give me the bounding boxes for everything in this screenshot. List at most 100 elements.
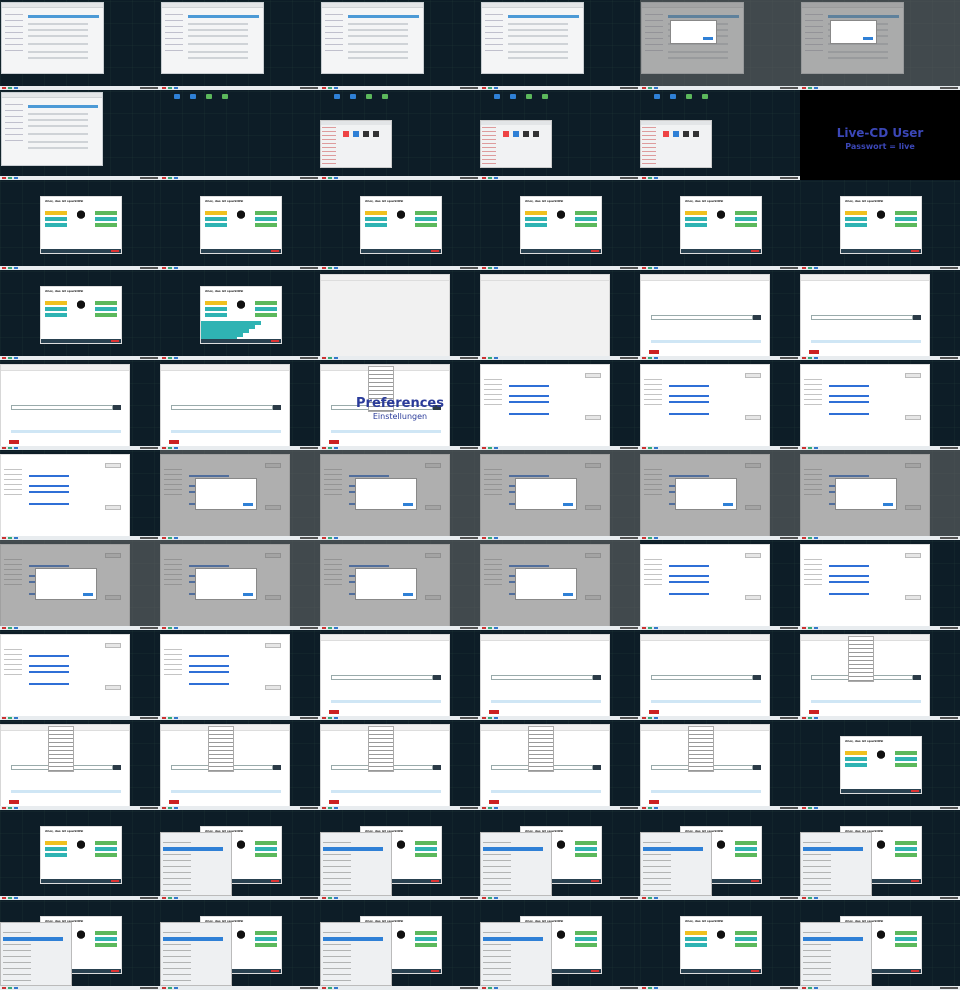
preference-button[interactable] bbox=[585, 415, 601, 420]
preference-checkbox[interactable] bbox=[189, 683, 229, 685]
launcher-selected-item[interactable] bbox=[323, 847, 383, 851]
welcome-tile[interactable] bbox=[575, 217, 597, 221]
preference-button[interactable] bbox=[905, 415, 921, 420]
welcome-tile[interactable] bbox=[205, 217, 227, 221]
desktop-icon[interactable] bbox=[526, 94, 532, 99]
desktop-icons[interactable] bbox=[334, 94, 388, 99]
welcome-tile[interactable] bbox=[365, 217, 387, 221]
setting-row[interactable] bbox=[348, 23, 408, 25]
app-launcher[interactable] bbox=[0, 922, 72, 986]
launcher-list[interactable] bbox=[163, 837, 191, 891]
desktop-icon[interactable] bbox=[190, 94, 196, 99]
welcome-tile[interactable] bbox=[685, 937, 707, 941]
setting-row[interactable] bbox=[188, 23, 248, 25]
setting-row[interactable] bbox=[28, 113, 88, 115]
preference-button[interactable] bbox=[105, 643, 121, 648]
desktop-icon[interactable] bbox=[174, 94, 180, 99]
window-titlebar[interactable] bbox=[162, 3, 263, 8]
welcome-tile[interactable] bbox=[255, 223, 277, 227]
welcome-tile[interactable] bbox=[895, 937, 917, 941]
preference-button[interactable] bbox=[105, 505, 121, 510]
welcome-tile[interactable] bbox=[895, 223, 917, 227]
dialog[interactable] bbox=[515, 568, 577, 600]
welcome-tile[interactable] bbox=[845, 217, 867, 221]
fm-toolbar[interactable] bbox=[641, 121, 711, 125]
search-button[interactable] bbox=[913, 315, 921, 320]
desktop-icon[interactable] bbox=[206, 94, 212, 99]
taskbar[interactable] bbox=[320, 986, 480, 990]
folder-icon[interactable] bbox=[693, 131, 699, 137]
welcome-tile[interactable] bbox=[415, 217, 437, 221]
dialog[interactable] bbox=[355, 478, 417, 510]
fm-sidebar[interactable] bbox=[482, 127, 496, 164]
settings-sidebar[interactable] bbox=[5, 11, 23, 51]
preference-checkbox[interactable] bbox=[829, 385, 869, 387]
welcome-tile[interactable] bbox=[205, 223, 227, 227]
taskbar[interactable] bbox=[800, 986, 960, 990]
preference-checkbox[interactable] bbox=[669, 581, 709, 583]
app-launcher[interactable] bbox=[160, 832, 232, 896]
welcome-tile[interactable] bbox=[735, 931, 757, 935]
settings-sidebar[interactable] bbox=[485, 11, 503, 51]
welcome-tile[interactable] bbox=[45, 301, 67, 305]
preference-button[interactable] bbox=[905, 595, 921, 600]
welcome-tile[interactable] bbox=[255, 301, 277, 305]
launcher-list[interactable] bbox=[803, 927, 831, 981]
preference-checkbox[interactable] bbox=[29, 683, 69, 685]
folder-icon[interactable] bbox=[373, 131, 379, 137]
welcome-tile[interactable] bbox=[365, 211, 387, 215]
desktop-icon[interactable] bbox=[702, 94, 708, 99]
app-launcher[interactable] bbox=[160, 922, 232, 986]
welcome-tile[interactable] bbox=[575, 943, 597, 947]
browser-toolbar[interactable] bbox=[161, 365, 289, 371]
launcher-list[interactable] bbox=[323, 837, 351, 891]
preference-checkbox[interactable] bbox=[669, 395, 709, 397]
welcome-tile[interactable] bbox=[415, 847, 437, 851]
welcome-tile[interactable] bbox=[845, 757, 867, 761]
launcher-list[interactable] bbox=[643, 837, 671, 891]
fm-sidebar[interactable] bbox=[322, 127, 336, 164]
launcher-selected-item[interactable] bbox=[803, 937, 863, 941]
app-launcher[interactable] bbox=[320, 832, 392, 896]
dialog[interactable] bbox=[35, 568, 97, 600]
search-input[interactable] bbox=[651, 675, 753, 680]
welcome-tile[interactable] bbox=[415, 937, 437, 941]
welcome-tile[interactable] bbox=[95, 937, 117, 941]
search-button[interactable] bbox=[113, 765, 121, 770]
welcome-tile[interactable] bbox=[45, 853, 67, 857]
app-launcher[interactable] bbox=[480, 832, 552, 896]
browser-toolbar[interactable] bbox=[321, 275, 449, 281]
preference-button[interactable] bbox=[585, 373, 601, 378]
search-button[interactable] bbox=[273, 765, 281, 770]
dialog[interactable] bbox=[195, 568, 257, 600]
dialog[interactable] bbox=[675, 478, 737, 510]
welcome-tile[interactable] bbox=[415, 223, 437, 227]
welcome-tile[interactable] bbox=[415, 211, 437, 215]
search-button[interactable] bbox=[753, 675, 761, 680]
preference-checkbox[interactable] bbox=[829, 581, 869, 583]
welcome-tile[interactable] bbox=[45, 313, 67, 317]
welcome-tile[interactable] bbox=[735, 211, 757, 215]
setting-row[interactable] bbox=[28, 29, 88, 31]
welcome-tile[interactable] bbox=[205, 301, 227, 305]
welcome-tile[interactable] bbox=[95, 841, 117, 845]
welcome-tile[interactable] bbox=[95, 943, 117, 947]
setting-row[interactable] bbox=[188, 43, 248, 45]
setting-row[interactable] bbox=[28, 125, 88, 127]
dialog[interactable] bbox=[670, 20, 717, 44]
desktop-icon[interactable] bbox=[222, 94, 228, 99]
folder-icon[interactable] bbox=[343, 131, 349, 137]
desktop-icon[interactable] bbox=[670, 94, 676, 99]
welcome-tile[interactable] bbox=[255, 943, 277, 947]
preferences-nav[interactable] bbox=[164, 645, 182, 675]
welcome-tile[interactable] bbox=[255, 841, 277, 845]
setting-row[interactable] bbox=[508, 51, 568, 53]
setting-row[interactable] bbox=[188, 51, 248, 53]
selected-option[interactable] bbox=[348, 15, 419, 18]
preference-button[interactable] bbox=[265, 643, 281, 648]
welcome-tile[interactable] bbox=[685, 943, 707, 947]
welcome-tile[interactable] bbox=[45, 307, 67, 311]
setting-row[interactable] bbox=[28, 57, 88, 59]
welcome-tile[interactable] bbox=[45, 841, 67, 845]
context-menu[interactable] bbox=[688, 726, 714, 772]
